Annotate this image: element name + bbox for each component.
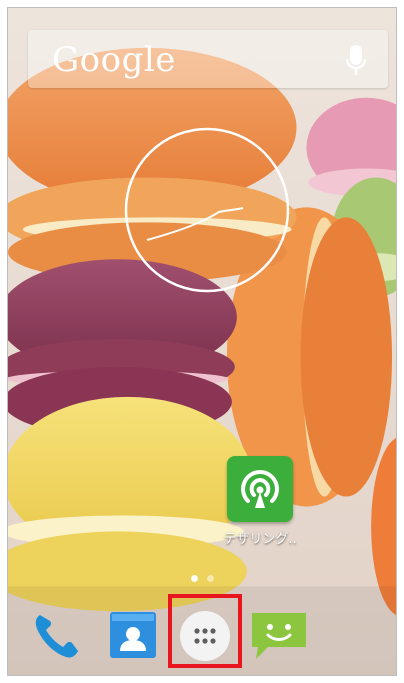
google-logo: Google bbox=[52, 40, 176, 80]
tethering-label: テザリング.. bbox=[223, 532, 297, 547]
tethering-shortcut[interactable]: テザリング.. bbox=[208, 456, 312, 566]
google-search-bar[interactable]: Google bbox=[28, 30, 388, 88]
circle-gesture bbox=[124, 127, 290, 293]
page-indicator bbox=[8, 575, 396, 585]
phone-icon[interactable] bbox=[26, 603, 88, 665]
page-dot-active bbox=[190, 575, 198, 582]
highlight-box bbox=[168, 594, 242, 668]
contacts-icon[interactable] bbox=[102, 603, 164, 665]
home-screen: Google テザリング.. bbox=[7, 7, 397, 676]
tethering-icon bbox=[227, 456, 293, 522]
page-dot bbox=[206, 575, 214, 582]
mic-icon[interactable] bbox=[344, 43, 368, 77]
messaging-icon[interactable] bbox=[248, 603, 310, 665]
